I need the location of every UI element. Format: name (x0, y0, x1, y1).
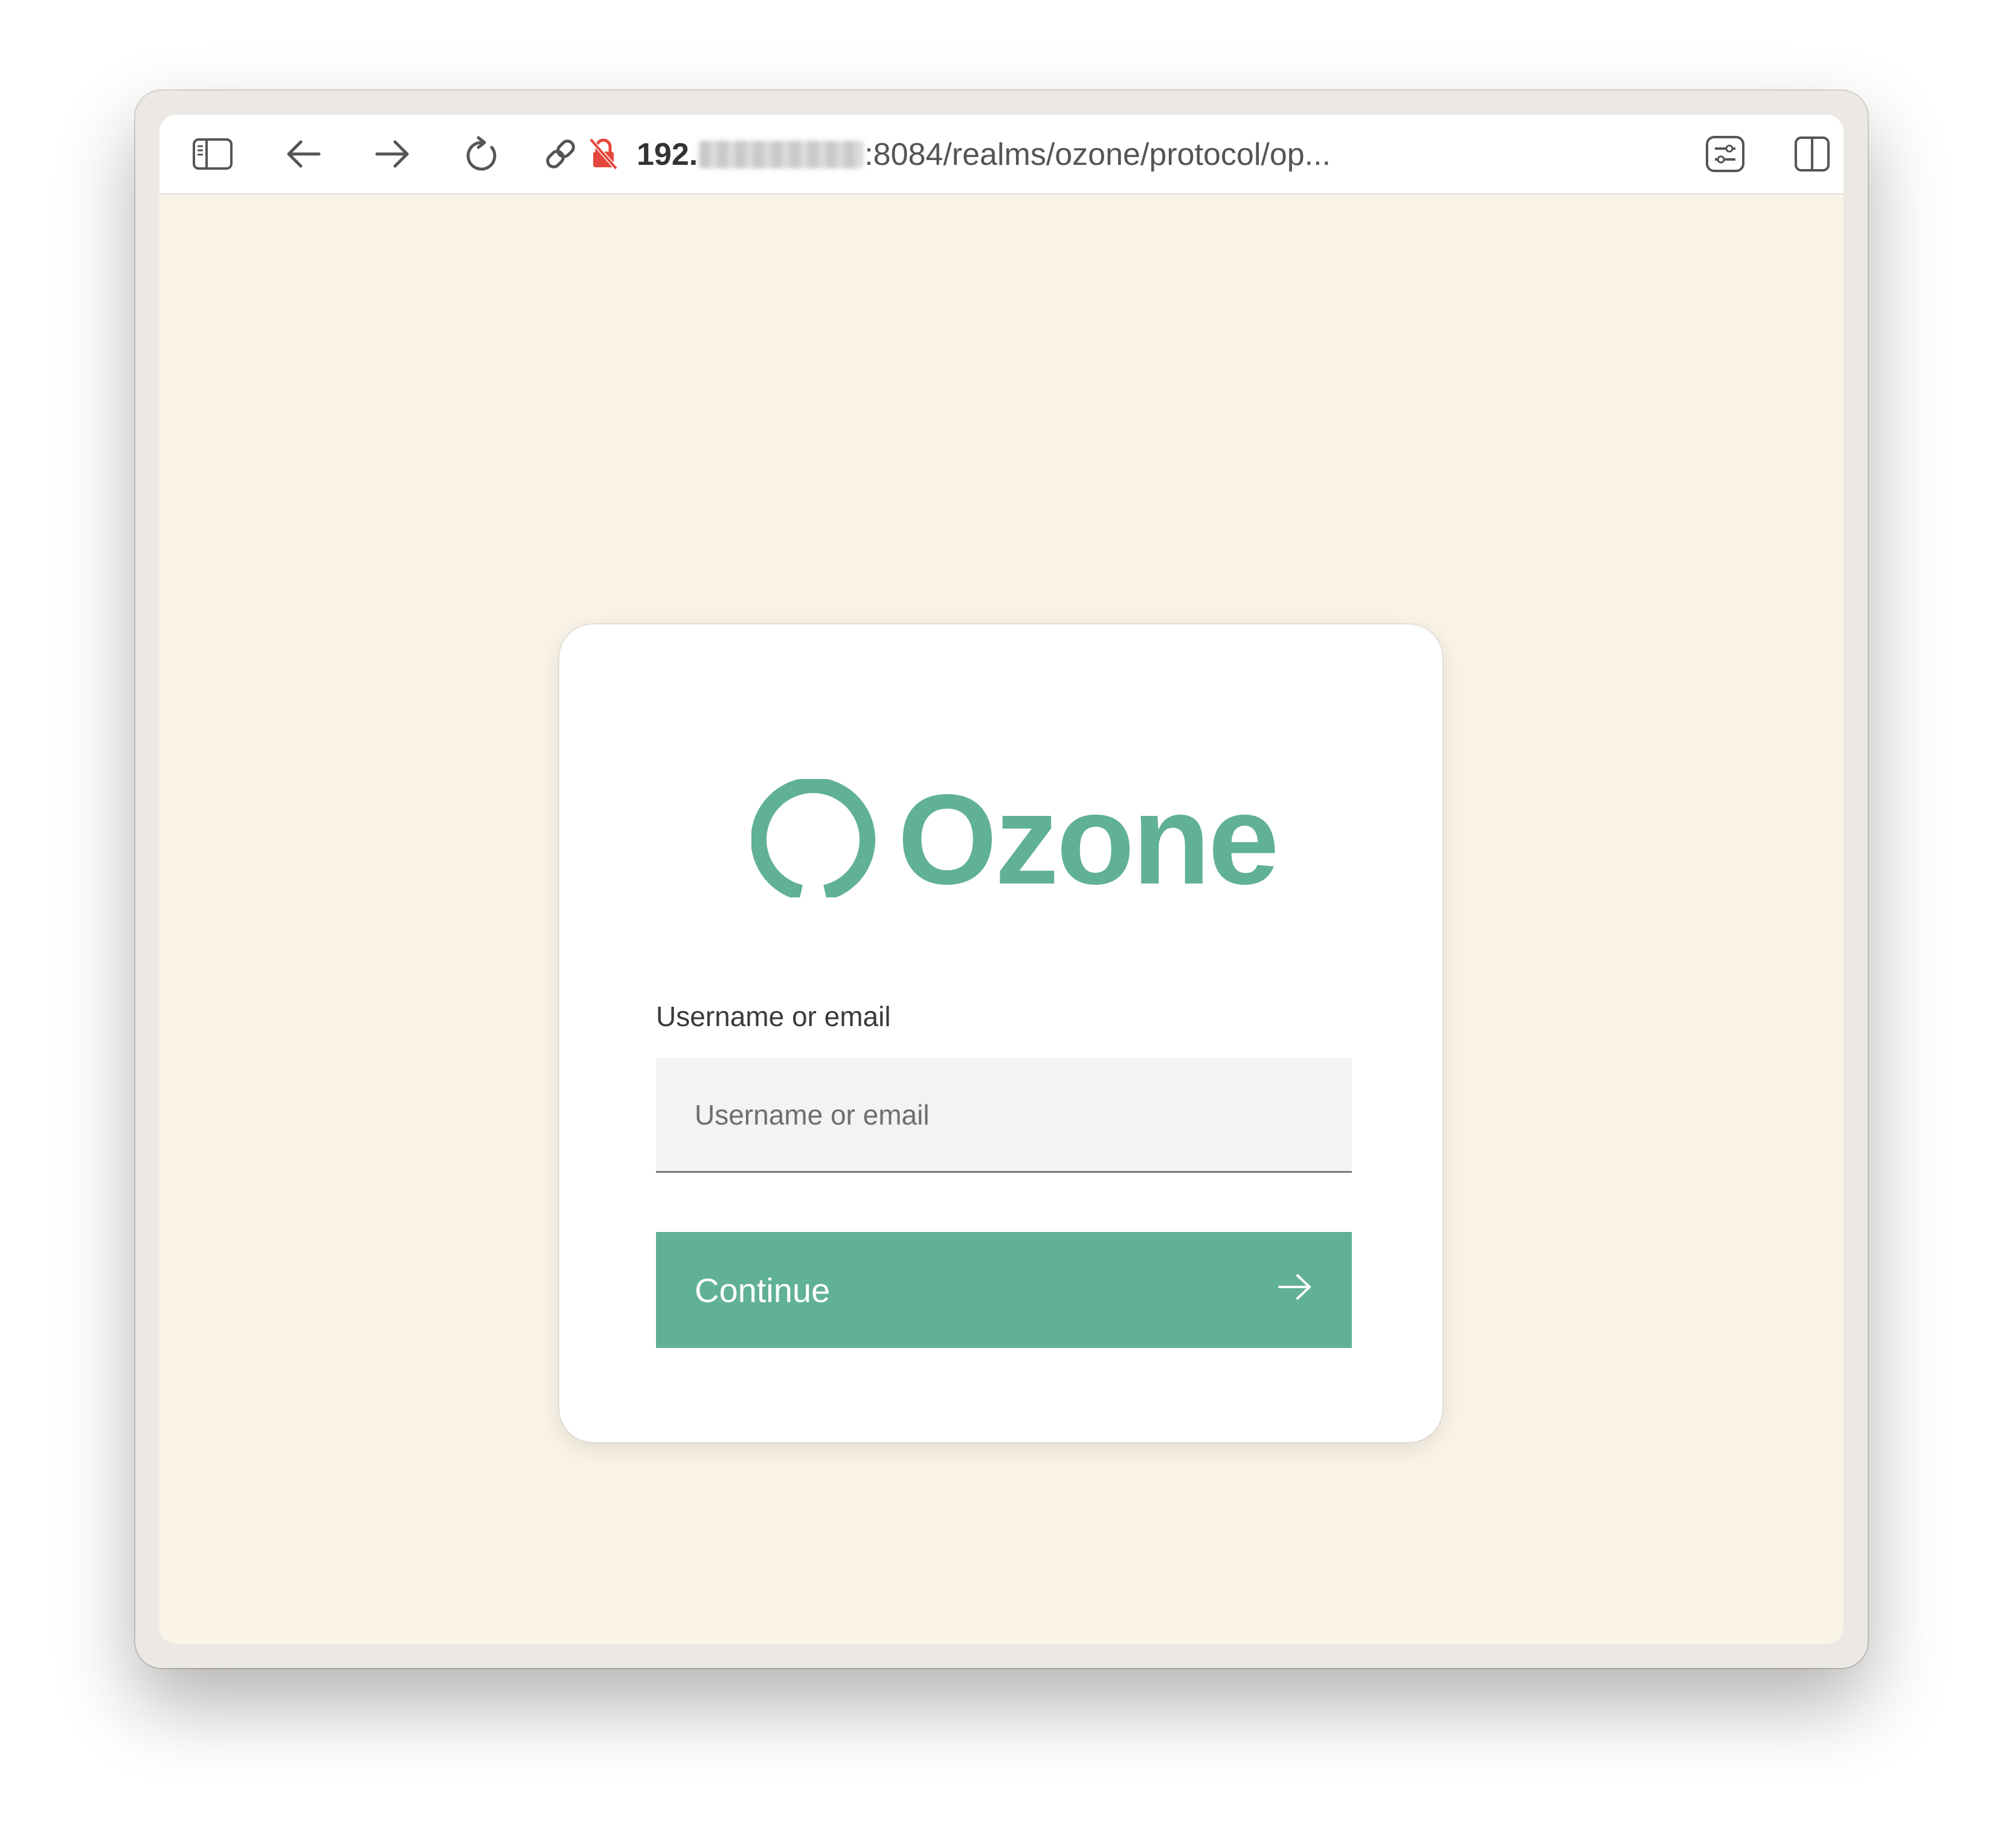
forward-button[interactable] (368, 130, 417, 178)
arrow-right-icon (1277, 1271, 1313, 1310)
split-view-button[interactable] (1788, 130, 1836, 178)
back-button[interactable] (279, 130, 327, 178)
ozone-ring-icon (751, 777, 876, 900)
page-settings-button[interactable] (1701, 130, 1749, 178)
share-link-button[interactable] (536, 130, 585, 178)
connection-security-button[interactable] (582, 130, 625, 178)
address-bar[interactable]: 192. :8084/realms/ozone/protocol/op... (637, 132, 1331, 178)
username-input[interactable] (656, 1058, 1352, 1173)
url-host-prefix: 192. (637, 137, 698, 172)
url-redacted-block (699, 141, 864, 168)
arrow-left-icon (285, 139, 321, 169)
reload-button[interactable] (458, 130, 506, 178)
sidebar-icon (192, 138, 233, 170)
continue-label: Continue (695, 1271, 831, 1309)
brand-name: Ozone (898, 768, 1279, 911)
browser-toolbar: 192. :8084/realms/ozone/protocol/op... (159, 115, 1844, 194)
sidebar-toggle-button[interactable] (188, 130, 237, 178)
page-content: Ozone Username or email Continue (159, 194, 1844, 1644)
window-frame: 192. :8084/realms/ozone/protocol/op... O… (135, 91, 1868, 1668)
arrow-right-icon (375, 139, 411, 169)
reload-icon (464, 135, 500, 173)
username-label: Username or email (656, 1001, 891, 1032)
browser-window: 192. :8084/realms/ozone/protocol/op... O… (159, 115, 1844, 1644)
url-path: :8084/realms/ozone/protocol/op... (864, 137, 1331, 172)
brand-logo: Ozone (751, 768, 1279, 911)
sliders-icon (1705, 135, 1745, 173)
continue-button[interactable]: Continue (656, 1232, 1352, 1348)
insecure-lock-icon (588, 137, 619, 171)
link-icon (542, 136, 579, 172)
login-card: Ozone Username or email Continue (559, 624, 1442, 1442)
split-view-icon (1794, 136, 1830, 172)
